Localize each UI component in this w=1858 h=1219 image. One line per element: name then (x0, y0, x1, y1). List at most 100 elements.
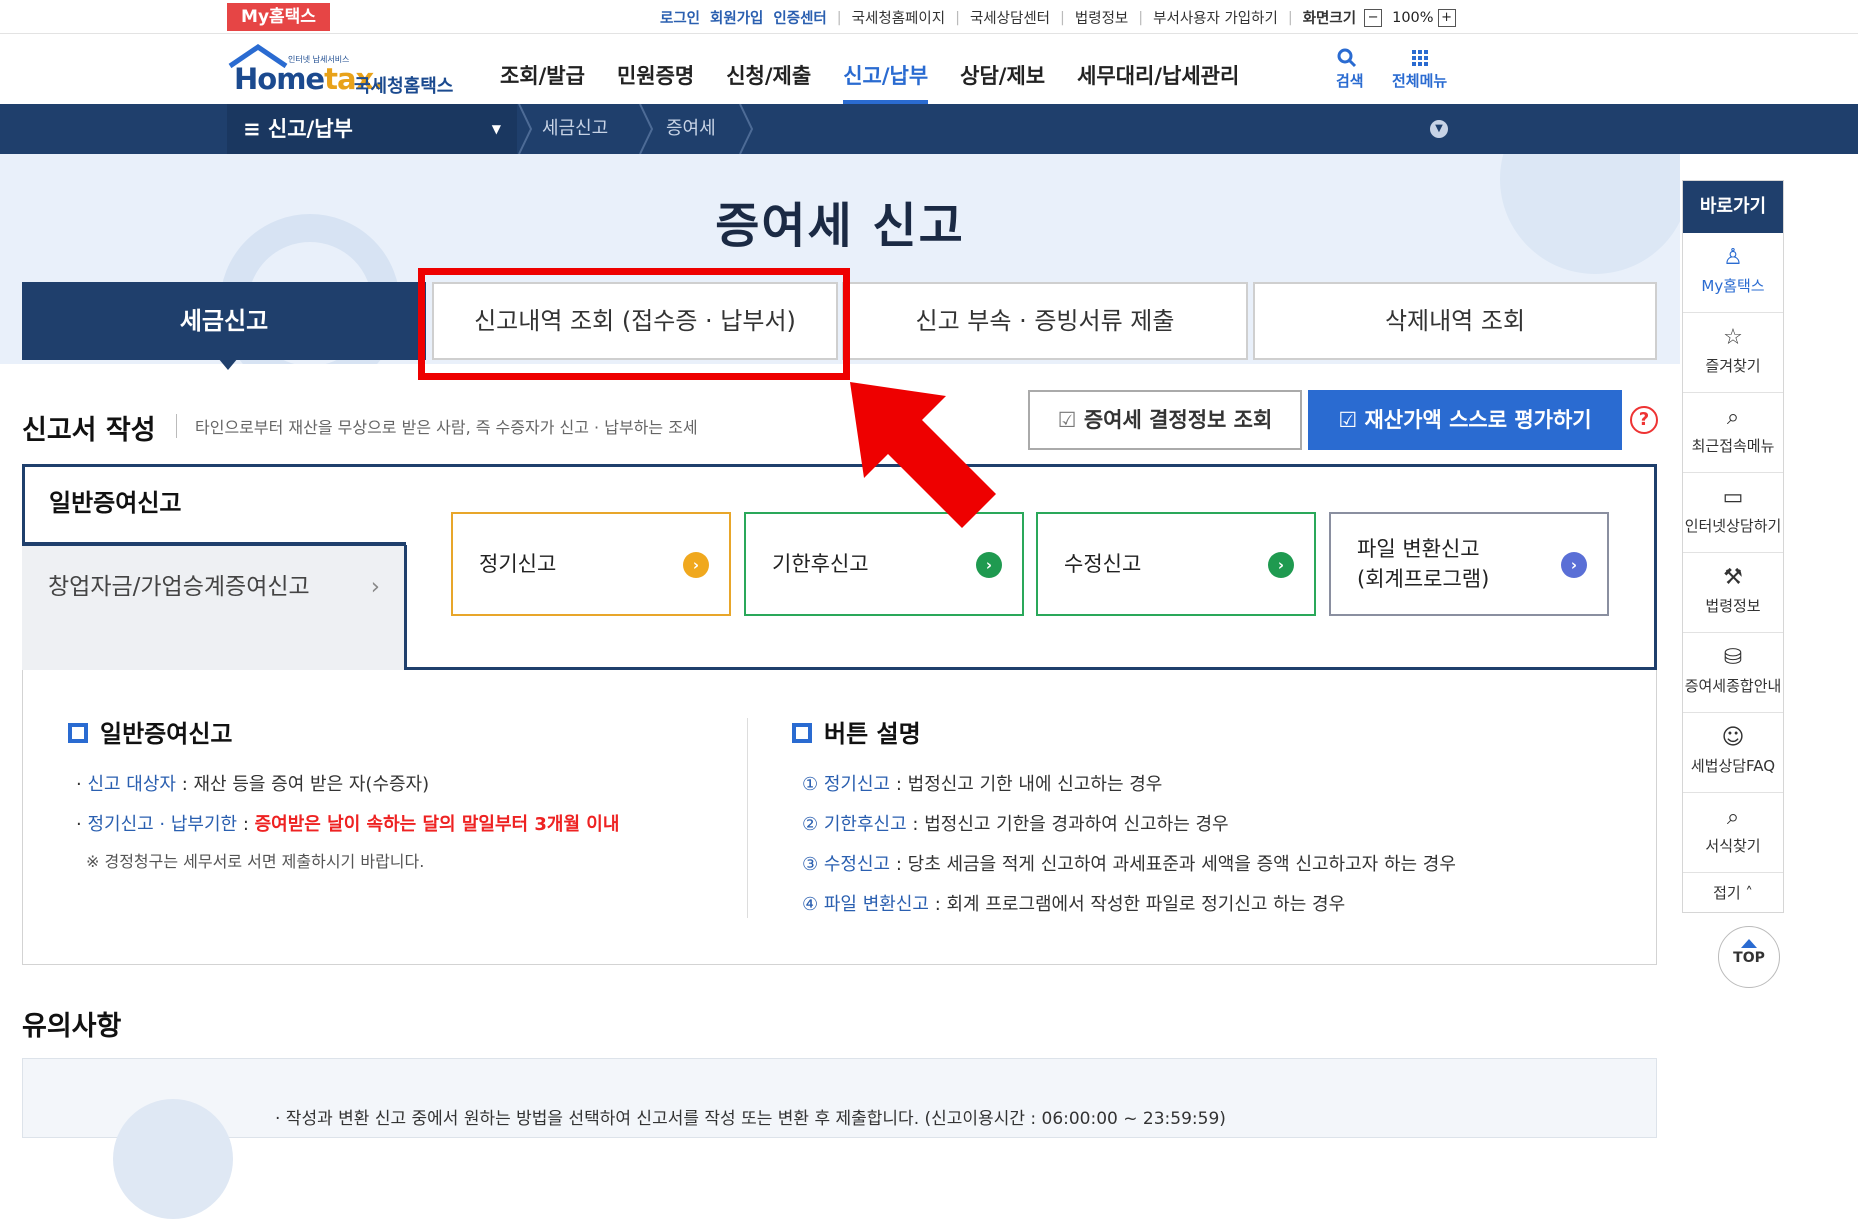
law-info-link[interactable]: 법령정보 (1075, 7, 1128, 28)
regular-filing-label: 정기신고 (479, 552, 557, 576)
chevron-right-icon: › (370, 574, 380, 600)
self-evaluate-property-label: 재산가액 스스로 평가하기 (1364, 408, 1592, 432)
quick-fold-button[interactable]: 접기 ˄ (1683, 873, 1783, 913)
nts-home-link[interactable]: 국세청홈페이지 (852, 7, 945, 28)
up-arrow-icon (1741, 939, 1757, 948)
logo-korean-name: 국세청홈택스 (354, 76, 454, 97)
search-icon (1337, 48, 1357, 68)
square-bullet-icon (792, 723, 812, 743)
hometax-logo[interactable]: 인터넷 납세서비스 Hometax. 국세청홈택스 (226, 44, 466, 97)
header: 인터넷 납세서비스 Hometax. 국세청홈택스 조회/발급 민원증명 신청/… (0, 34, 1858, 104)
desc-note-line: ※ 경정청구는 세무서로 서면 제출하시기 바랍니다. (86, 852, 425, 871)
gift-tax-decision-info-label: 증여세 결정정보 조회 (1083, 408, 1273, 432)
caution-line: · 작성과 변환 신고 중에서 원하는 방법을 선택하여 신고서를 작성 또는 … (275, 1109, 1226, 1129)
section-description: 타인으로부터 재산을 무상으로 받은 사람, 즉 수증자가 신고 · 납부하는 … (176, 414, 698, 438)
chevron-right-icon (739, 104, 754, 154)
scroll-top-button[interactable]: TOP (1718, 926, 1780, 988)
tab-attach-documents[interactable]: 신고 부속 · 증빙서류 제출 (842, 282, 1248, 360)
amended-filing-button[interactable]: 수정신고 › (1036, 512, 1316, 616)
quick-tax-faq[interactable]: ☺ 세법상담FAQ (1683, 713, 1783, 793)
filing-type-startup-gift[interactable]: 창업자금/가업승계증여신고 › (22, 542, 406, 628)
file-conversion-filing-button[interactable]: 파일 변환신고 (회계프로그램) › (1329, 512, 1609, 616)
all-menu-button[interactable]: 전체메뉴 (1392, 46, 1447, 91)
quick-favorites[interactable]: ☆ 즐겨찾기 (1683, 313, 1783, 393)
search-icon: ⌕ (1726, 805, 1740, 830)
divider: | (1287, 9, 1293, 26)
button-desc-title: 버튼 설명 (792, 714, 921, 749)
button-desc-item: ② 기한후신고 : 법정신고 기한을 경과하여 신고하는 경우 (802, 814, 1229, 835)
chat-bubble-icon: ☺ (1721, 725, 1745, 750)
gift-tax-decision-info-button[interactable]: ☑ 증여세 결정정보 조회 (1028, 390, 1302, 450)
zoom-in-button[interactable]: + (1437, 8, 1456, 27)
quick-gift-tax-guide[interactable]: ⛁ 증여세종합안내 (1683, 633, 1783, 713)
file-conversion-filing-label: 파일 변환신고 (회계프로그램) (1357, 537, 1490, 591)
chevron-down-icon[interactable]: ▼ (1430, 120, 1448, 138)
quick-law-info[interactable]: ⚒ 법령정보 (1683, 553, 1783, 633)
my-hometax-badge[interactable]: My홈택스 (227, 3, 330, 31)
quick-form-search[interactable]: ⌕ 서식찾기 (1683, 793, 1783, 873)
tab-deleted-history[interactable]: 삭제내역 조회 (1253, 282, 1657, 360)
desc-target-line: · 신고 대상자 : 재산 등을 증여 받은 자(수증자) (76, 774, 430, 795)
menu-dropdown[interactable]: ≡ 신고/납부 ▼ (227, 104, 517, 154)
amended-filing-label: 수정신고 (1064, 552, 1142, 576)
grid-icon (1411, 50, 1428, 66)
quick-recent-menu[interactable]: ⌕ 최근접속메뉴 (1683, 393, 1783, 473)
gnb-application[interactable]: 신청/제출 (726, 60, 811, 104)
utility-bar: My홈택스 로그인 회원가입 인증센터 | 국세청홈페이지 | 국세상담센터 |… (0, 0, 1858, 34)
dept-signup-link[interactable]: 부서사용자 가입하기 (1153, 7, 1278, 28)
zoom-out-button[interactable]: − (1364, 8, 1383, 27)
caret-down-icon: ▼ (491, 122, 501, 136)
utility-links: 로그인 회원가입 인증센터 | 국세청홈페이지 | 국세상담센터 | 법령정보 … (660, 7, 1466, 28)
cert-center-link[interactable]: 인증센터 (773, 7, 826, 28)
gnb-inquiry[interactable]: 조회/발급 (500, 60, 585, 104)
gavel-icon: ⚒ (1723, 565, 1743, 590)
quick-menu-title: 바로가기 (1683, 181, 1783, 233)
breadcrumb-tax-filing[interactable]: 세금신고 (542, 104, 608, 154)
red-arrow-icon (850, 382, 996, 528)
help-icon[interactable]: ? (1630, 406, 1658, 434)
person-icon: ♙ (1723, 245, 1743, 270)
divider: | (955, 9, 960, 26)
button-desc-item: ③ 수정신고 : 당초 세금을 적게 신고하여 과세표준과 세액을 증액 신고하… (802, 854, 1456, 875)
arrow-circle-icon: › (976, 552, 1002, 578)
filing-type-general-gift[interactable]: 일반증여신고 (22, 464, 406, 542)
gnb-consult[interactable]: 상담/제보 (960, 60, 1045, 104)
quick-online-consult[interactable]: ▭ 인터넷상담하기 (1683, 473, 1783, 553)
tab-tax-filing[interactable]: 세금신고 (22, 282, 426, 370)
gnb-filing-payment[interactable]: 신고/납부 (843, 60, 928, 104)
chevron-right-icon (639, 104, 654, 154)
divider (747, 718, 748, 918)
consult-center-link[interactable]: 국세상담센터 (970, 7, 1050, 28)
laptop-icon: ▭ (1722, 485, 1744, 510)
login-link[interactable]: 로그인 (660, 7, 700, 28)
divider: | (1138, 9, 1144, 26)
page-title: 증여세 신고 (715, 198, 965, 254)
gnb-tax-agent[interactable]: 세무대리/납세관리 (1077, 60, 1239, 104)
search-label: 검색 (1336, 72, 1364, 90)
breadcrumb-gift-tax[interactable]: 증여세 (666, 104, 716, 154)
regular-filing-button[interactable]: 정기신고 › (451, 512, 731, 616)
menu-dropdown-label: ≡ 신고/납부 (243, 117, 353, 141)
quick-menu: 바로가기 ♙ My홈택스 ☆ 즐겨찾기 ⌕ 최근접속메뉴 ▭ 인터넷상담하기 ⚒ 법령정보… (1682, 180, 1784, 913)
all-menu-label: 전체메뉴 (1392, 72, 1448, 90)
signup-link[interactable]: 회원가입 (710, 7, 763, 28)
location-bar: ≡ 신고/납부 ▼ 세금신고 증여세 ▼ (0, 104, 1858, 154)
filing-type-startup-gift-label: 창업자금/가업승계증여신고 (48, 574, 310, 600)
button-desc-item: ① 정기신고 : 법정신고 기한 내에 신고하는 경우 (802, 774, 1163, 795)
desc-deadline-line: · 정기신고 · 납부기한 : 증여받은 날이 속하는 달의 말일부터 3개월 … (76, 814, 620, 835)
divider: | (1060, 9, 1065, 26)
arrow-circle-icon: › (1268, 552, 1294, 578)
arrow-circle-icon: › (1561, 552, 1587, 578)
quick-my-hometax[interactable]: ♙ My홈택스 (1683, 233, 1783, 313)
general-gift-desc-title: 일반증여신고 (68, 714, 232, 749)
section-title: 신고서 작성 (22, 415, 156, 446)
self-evaluate-property-button[interactable]: ☑ 재산가액 스스로 평가하기 (1308, 390, 1622, 450)
search-button[interactable]: 검색 (1336, 46, 1364, 91)
star-icon: ☆ (1723, 325, 1743, 350)
screen-size-label: 화면크기 (1302, 11, 1357, 27)
chevron-right-icon (518, 104, 533, 154)
gnb-certificate[interactable]: 민원증명 (617, 60, 694, 104)
button-desc-item: ④ 파일 변환신고 : 회계 프로그램에서 작성한 파일로 정기신고 하는 경우 (802, 894, 1346, 915)
coins-icon: ⛁ (1723, 645, 1743, 670)
arrow-circle-icon: › (683, 552, 709, 578)
